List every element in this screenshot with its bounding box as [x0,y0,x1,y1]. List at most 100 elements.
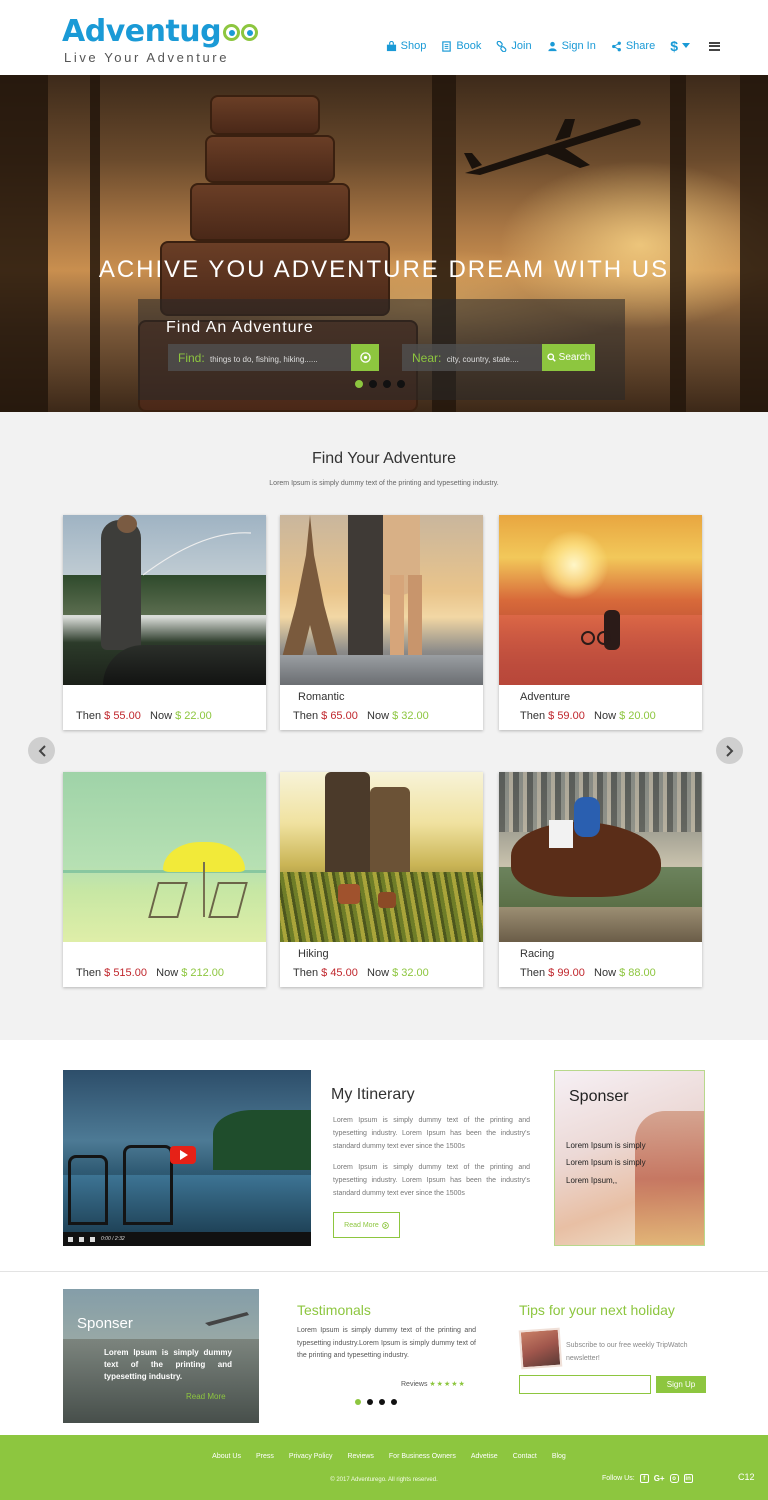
adventure-card[interactable]: Romantic Then $ 65.00 Now $ 32.00 [280,515,483,730]
near-placeholder: city, country, state.... [446,355,519,364]
google-plus-icon[interactable]: G+ [654,1474,665,1483]
footer-link-privacy[interactable]: Privacy Policy [289,1453,333,1460]
facebook-icon[interactable]: f [639,1474,649,1483]
then-label: Then [76,967,102,979]
adventure-card[interactable]: Hiking Then $ 45.00 Now $ 32.00 [280,772,483,987]
find-locate-button[interactable] [351,344,379,371]
user-icon [547,41,557,51]
logo-eyes-icon [222,23,259,41]
logo[interactable]: Adventu g Live Your Adventure [62,14,259,65]
nav-signin-label: Sign In [561,40,596,52]
follow-label: Follow Us: [602,1475,635,1482]
carousel-prev-button[interactable] [28,737,55,764]
currency-dropdown[interactable]: $ [670,38,690,54]
site-header: Adventu g Live Your Adventure Shop Book J… [0,0,768,75]
now-price: $ 20.00 [619,710,656,722]
sponsor-card[interactable]: Sponser Lorem Ipsum is simply Lorem Ipsu… [554,1070,705,1246]
instagram-icon[interactable]: o [669,1474,679,1483]
itinerary-title: My Itinerary [331,1086,415,1103]
sponsor-line: Lorem Ipsum is simply [566,1158,646,1167]
near-label: Near: [412,351,442,365]
video-chair [123,1145,173,1225]
share-icon [611,41,621,51]
footer-link-advertise[interactable]: Advetise [471,1453,498,1460]
adventure-card[interactable]: Racing Then $ 99.00 Now $ 88.00 [499,772,702,987]
sponsor-image [635,1111,704,1245]
chevron-left-icon [38,744,46,757]
read-more-button[interactable]: Read More [333,1212,400,1238]
tips-title: Tips for your next holiday [519,1302,675,1318]
testimonial-dot[interactable] [379,1399,385,1405]
main-nav: Shop Book Join Sign In Share $ [386,38,720,54]
chevron-right-icon [725,744,733,757]
video-trees [213,1110,311,1170]
then-label: Then [293,710,319,722]
itinerary-paragraph: Lorem Ipsum is simply dummy text of the … [333,1117,530,1150]
volume-icon[interactable] [90,1236,95,1242]
reviews-label: Reviews [401,1381,428,1388]
nav-book[interactable]: Book [441,40,481,52]
play-icon[interactable] [170,1146,196,1164]
adventure-card[interactable]: Then $ 55.00 Now $ 22.00 [63,515,266,730]
find-input[interactable]: Find: things to do, fishing, hiking.....… [168,344,351,371]
search-button[interactable]: Search [542,344,595,371]
card-price: Then $ 515.00 Now $ 212.00 [76,967,224,979]
search-button-label: Search [558,352,591,363]
nav-shop[interactable]: Shop [386,40,426,52]
testimonial-dot[interactable] [391,1399,397,1405]
footer-link-about[interactable]: About Us [212,1453,241,1460]
carousel-dot[interactable] [383,380,391,388]
adventure-section: Find Your Adventure Lorem Ipsum is simpl… [0,412,768,1040]
now-label: Now [156,967,179,979]
pause-icon[interactable] [68,1236,73,1242]
video-player[interactable]: 0:00 / 2:32 [63,1070,311,1246]
then-price: $ 65.00 [321,710,358,722]
next-icon[interactable] [79,1236,84,1242]
card-image-hiking [280,772,483,942]
footer-link-blog[interactable]: Blog [552,1453,566,1460]
section-title: Find Your Adventure [311,450,457,467]
testimonial-dot[interactable] [355,1399,361,1405]
testimonial-reviews: Reviews ★★★★★ [401,1380,466,1388]
page-code: C12 [738,1472,755,1482]
promo-read-more-link[interactable]: Read More [186,1392,226,1401]
adventure-card[interactable]: Adventure Then $ 59.00 Now $ 20.00 [499,515,702,730]
footer-link-business[interactable]: For Business Owners [389,1453,456,1460]
now-price: $ 88.00 [619,967,656,979]
adventure-card[interactable]: Then $ 515.00 Now $ 212.00 [63,772,266,987]
tips-text: Subscribe to our free weekly TripWatch n… [566,1342,688,1362]
near-input[interactable]: Near: city, country, state.... [402,344,542,371]
newsletter-email-input[interactable] [519,1375,651,1394]
tips-thumbnail [518,1327,563,1370]
then-label: Then [520,710,546,722]
now-label: Now [367,710,390,722]
now-price: $ 32.00 [392,710,429,722]
sponsor-promo[interactable]: Sponser Lorem Ipsum is simply dummy text… [63,1289,259,1423]
video-controls[interactable]: 0:00 / 2:32 [63,1232,311,1246]
arrow-circle-icon [381,1221,389,1229]
signup-button[interactable]: Sign Up [656,1376,706,1393]
nav-share[interactable]: Share [611,40,655,52]
nav-join[interactable]: Join [496,40,532,52]
carousel-dot[interactable] [355,380,363,388]
carousel-next-button[interactable] [716,737,743,764]
carousel-dot[interactable] [369,380,377,388]
footer-link-contact[interactable]: Contact [513,1453,537,1460]
section-subtitle: Lorem Ipsum is simply dummy text of the … [269,480,499,487]
window-frame [670,75,686,412]
linkedin-icon[interactable]: in [683,1474,693,1483]
caret-down-icon [682,43,690,48]
sponsor-line: Lorem Ipsum is simply [566,1141,646,1150]
then-price: $ 55.00 [104,710,141,722]
menu-icon[interactable] [709,41,720,51]
hero-banner: ACHIVE YOU ADVENTURE DREAM WITH US Find … [0,75,768,412]
testimonial-dot[interactable] [367,1399,373,1405]
testimonials-title: Testimonals [297,1302,371,1318]
carousel-dot[interactable] [397,380,405,388]
card-image-adventure [499,515,702,685]
nav-signin[interactable]: Sign In [547,40,596,52]
footer-link-reviews[interactable]: Reviews [347,1453,373,1460]
footer-link-press[interactable]: Press [256,1453,274,1460]
then-label: Then [76,710,102,722]
nav-join-label: Join [511,40,532,52]
